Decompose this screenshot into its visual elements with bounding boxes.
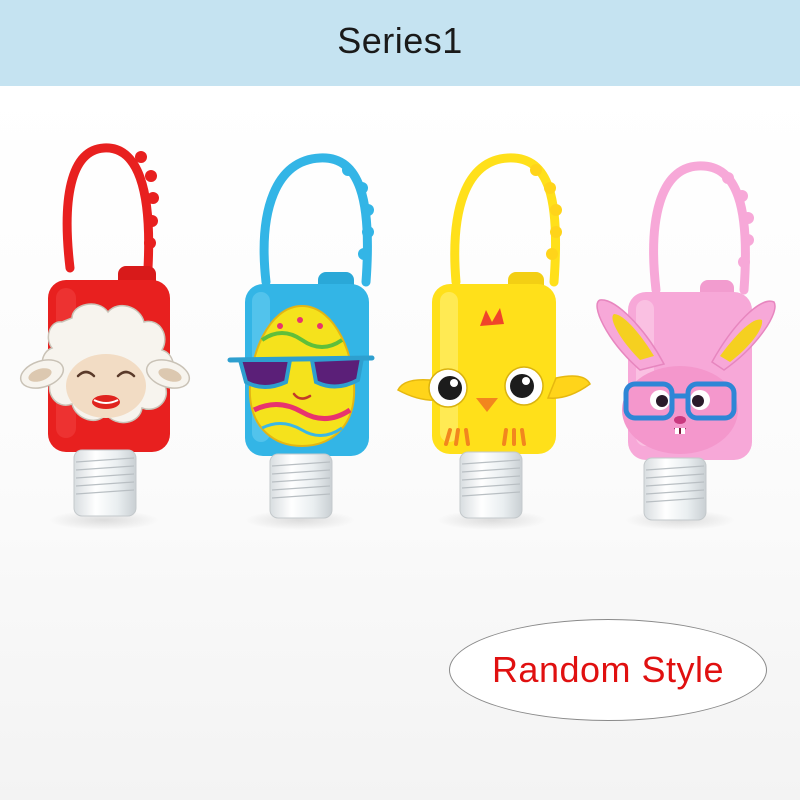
yellow-chick-holder [397,153,591,530]
blue-egg-holder [227,153,375,530]
pink-bunny-holder [596,161,776,530]
random-style-badge: Random Style [449,619,767,721]
badge-text: Random Style [491,649,725,690]
red-sheep-holder [19,143,191,530]
